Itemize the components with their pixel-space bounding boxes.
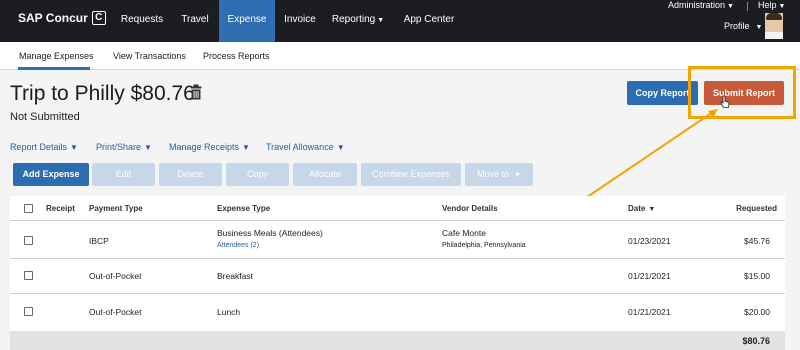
chevron-down-icon: ▼	[242, 143, 250, 152]
nav-reporting-label: Reporting	[331, 14, 376, 25]
total-row: $80.76	[10, 331, 785, 350]
nav-requests[interactable]: Requests	[113, 0, 171, 42]
col-vendor-details[interactable]: Vendor Details	[442, 204, 498, 213]
attendees-link[interactable]: Attendees (2)	[217, 242, 259, 249]
add-expense-button[interactable]: Add Expense	[13, 163, 89, 186]
chevron-down-icon: ▼	[778, 3, 786, 10]
nav-invoice[interactable]: Invoice	[275, 0, 325, 42]
avatar-hair	[766, 13, 782, 20]
col-date[interactable]: Date ▼	[628, 204, 655, 213]
logo-text: SAP Concur	[18, 11, 88, 25]
profile-menu[interactable]: Profile ▼	[724, 21, 762, 31]
tab-view-transactions[interactable]: View Transactions	[113, 51, 186, 61]
delete-button[interactable]: Delete	[159, 163, 222, 186]
combine-expenses-button[interactable]: Combine Expenses	[361, 163, 461, 186]
nav-expense[interactable]: Expense	[219, 0, 275, 42]
row-date: 01/21/2021	[628, 307, 671, 317]
tab-manage-expenses[interactable]: Manage Expenses	[19, 51, 94, 61]
chevron-down-icon: ▼	[514, 172, 521, 179]
sort-desc-icon: ▼	[648, 206, 656, 213]
report-details-menu[interactable]: Report Details ▼	[10, 142, 78, 152]
travel-allowance-label: Travel Allowance	[266, 142, 334, 152]
divider	[747, 2, 748, 11]
tab-process-reports[interactable]: Process Reports	[203, 51, 270, 61]
row-divider	[10, 258, 785, 259]
print-share-menu[interactable]: Print/Share ▼	[96, 142, 152, 152]
nav-travel-label: Travel	[181, 14, 209, 25]
nav-invoice-label: Invoice	[284, 14, 316, 25]
edit-button[interactable]: Edit	[92, 163, 155, 186]
nav-requests-label: Requests	[120, 14, 164, 25]
help-label: Help	[758, 0, 777, 10]
help-menu[interactable]: Help ▼	[758, 0, 785, 10]
nav-app-center-label: App Center	[403, 14, 455, 25]
profile-label: Profile	[724, 21, 750, 31]
select-all-checkbox[interactable]	[24, 204, 33, 213]
manage-receipts-label: Manage Receipts	[169, 142, 240, 152]
row-checkbox[interactable]	[24, 236, 33, 245]
chevron-down-icon: ▼	[336, 143, 345, 152]
row-date: 01/23/2021	[628, 236, 671, 246]
copy-report-label: Copy Report	[635, 88, 690, 98]
expense-subnav: Manage Expenses View Transactions Proces…	[0, 42, 800, 70]
chevron-down-icon: ▼	[144, 143, 152, 152]
row-amount: $45.76	[744, 236, 770, 246]
avatar-shirt	[765, 32, 783, 39]
print-share-label: Print/Share	[96, 142, 142, 152]
travel-allowance-menu[interactable]: Travel Allowance ▼	[266, 142, 345, 152]
row-divider	[10, 293, 785, 294]
row-checkbox[interactable]	[24, 307, 33, 316]
row-vendor: Cafe Monte	[442, 228, 486, 238]
col-requested[interactable]: Requested	[736, 204, 777, 213]
report-title: Trip to Philly $80.76	[10, 82, 195, 105]
row-payment-type: Out-of-Pocket	[89, 271, 142, 281]
row-amount: $15.00	[744, 271, 770, 281]
report-status: Not Submitted	[10, 111, 80, 123]
administration-menu[interactable]: Administration ▼	[668, 0, 734, 10]
nav-reporting[interactable]: Reporting ▼	[327, 0, 389, 42]
manage-receipts-menu[interactable]: Manage Receipts ▼	[169, 142, 250, 152]
row-payment-type: Out-of-Pocket	[89, 307, 142, 317]
concur-c-icon: C	[91, 11, 106, 25]
copy-button[interactable]: Copy	[226, 163, 289, 186]
submit-highlight-box	[688, 66, 796, 119]
chevron-down-icon: ▼	[70, 143, 78, 152]
row-payment-type: IBCP	[89, 236, 109, 246]
administration-label: Administration	[668, 0, 726, 10]
report-details-label: Report Details	[10, 142, 68, 152]
total-amount: $80.76	[742, 336, 770, 346]
nav-travel[interactable]: Travel	[171, 0, 219, 42]
top-nav-bar: SAP Concur C Requests Travel Expense Inv…	[0, 0, 800, 42]
move-to-label: Move to	[477, 169, 510, 179]
hand-cursor-icon	[720, 95, 730, 108]
avatar[interactable]	[765, 13, 783, 39]
chevron-down-icon: ▼	[727, 3, 734, 10]
row-expense-type[interactable]: Lunch	[217, 307, 240, 317]
chevron-down-icon: ▼	[755, 24, 763, 31]
header-divider	[10, 220, 785, 221]
expense-table: Receipt Payment Type Expense Type Vendor…	[10, 196, 785, 350]
concur-window: SAP Concur C Requests Travel Expense Inv…	[0, 0, 800, 350]
active-tab-indicator	[18, 67, 90, 70]
chevron-down-icon: ▼	[377, 17, 385, 24]
nav-app-center[interactable]: App Center	[395, 0, 463, 42]
row-expense-type[interactable]: Breakfast	[217, 271, 253, 281]
nav-expense-label: Expense	[227, 14, 267, 25]
move-to-button[interactable]: Move to ▼	[465, 163, 533, 186]
col-payment-type[interactable]: Payment Type	[89, 204, 143, 213]
row-expense-type[interactable]: Business Meals (Attendees)	[217, 228, 323, 238]
row-checkbox[interactable]	[24, 271, 33, 280]
row-date: 01/21/2021	[628, 271, 671, 281]
col-expense-type[interactable]: Expense Type	[217, 204, 270, 213]
trash-icon[interactable]	[190, 84, 202, 100]
sap-concur-logo[interactable]: SAP Concur C	[18, 11, 106, 25]
row-vendor-location: Philadelphia, Pennsylvania	[442, 242, 526, 249]
row-amount: $20.00	[744, 307, 770, 317]
col-date-label: Date	[628, 204, 646, 213]
col-receipt[interactable]: Receipt	[46, 204, 75, 213]
allocate-button[interactable]: Allocate	[293, 163, 357, 186]
